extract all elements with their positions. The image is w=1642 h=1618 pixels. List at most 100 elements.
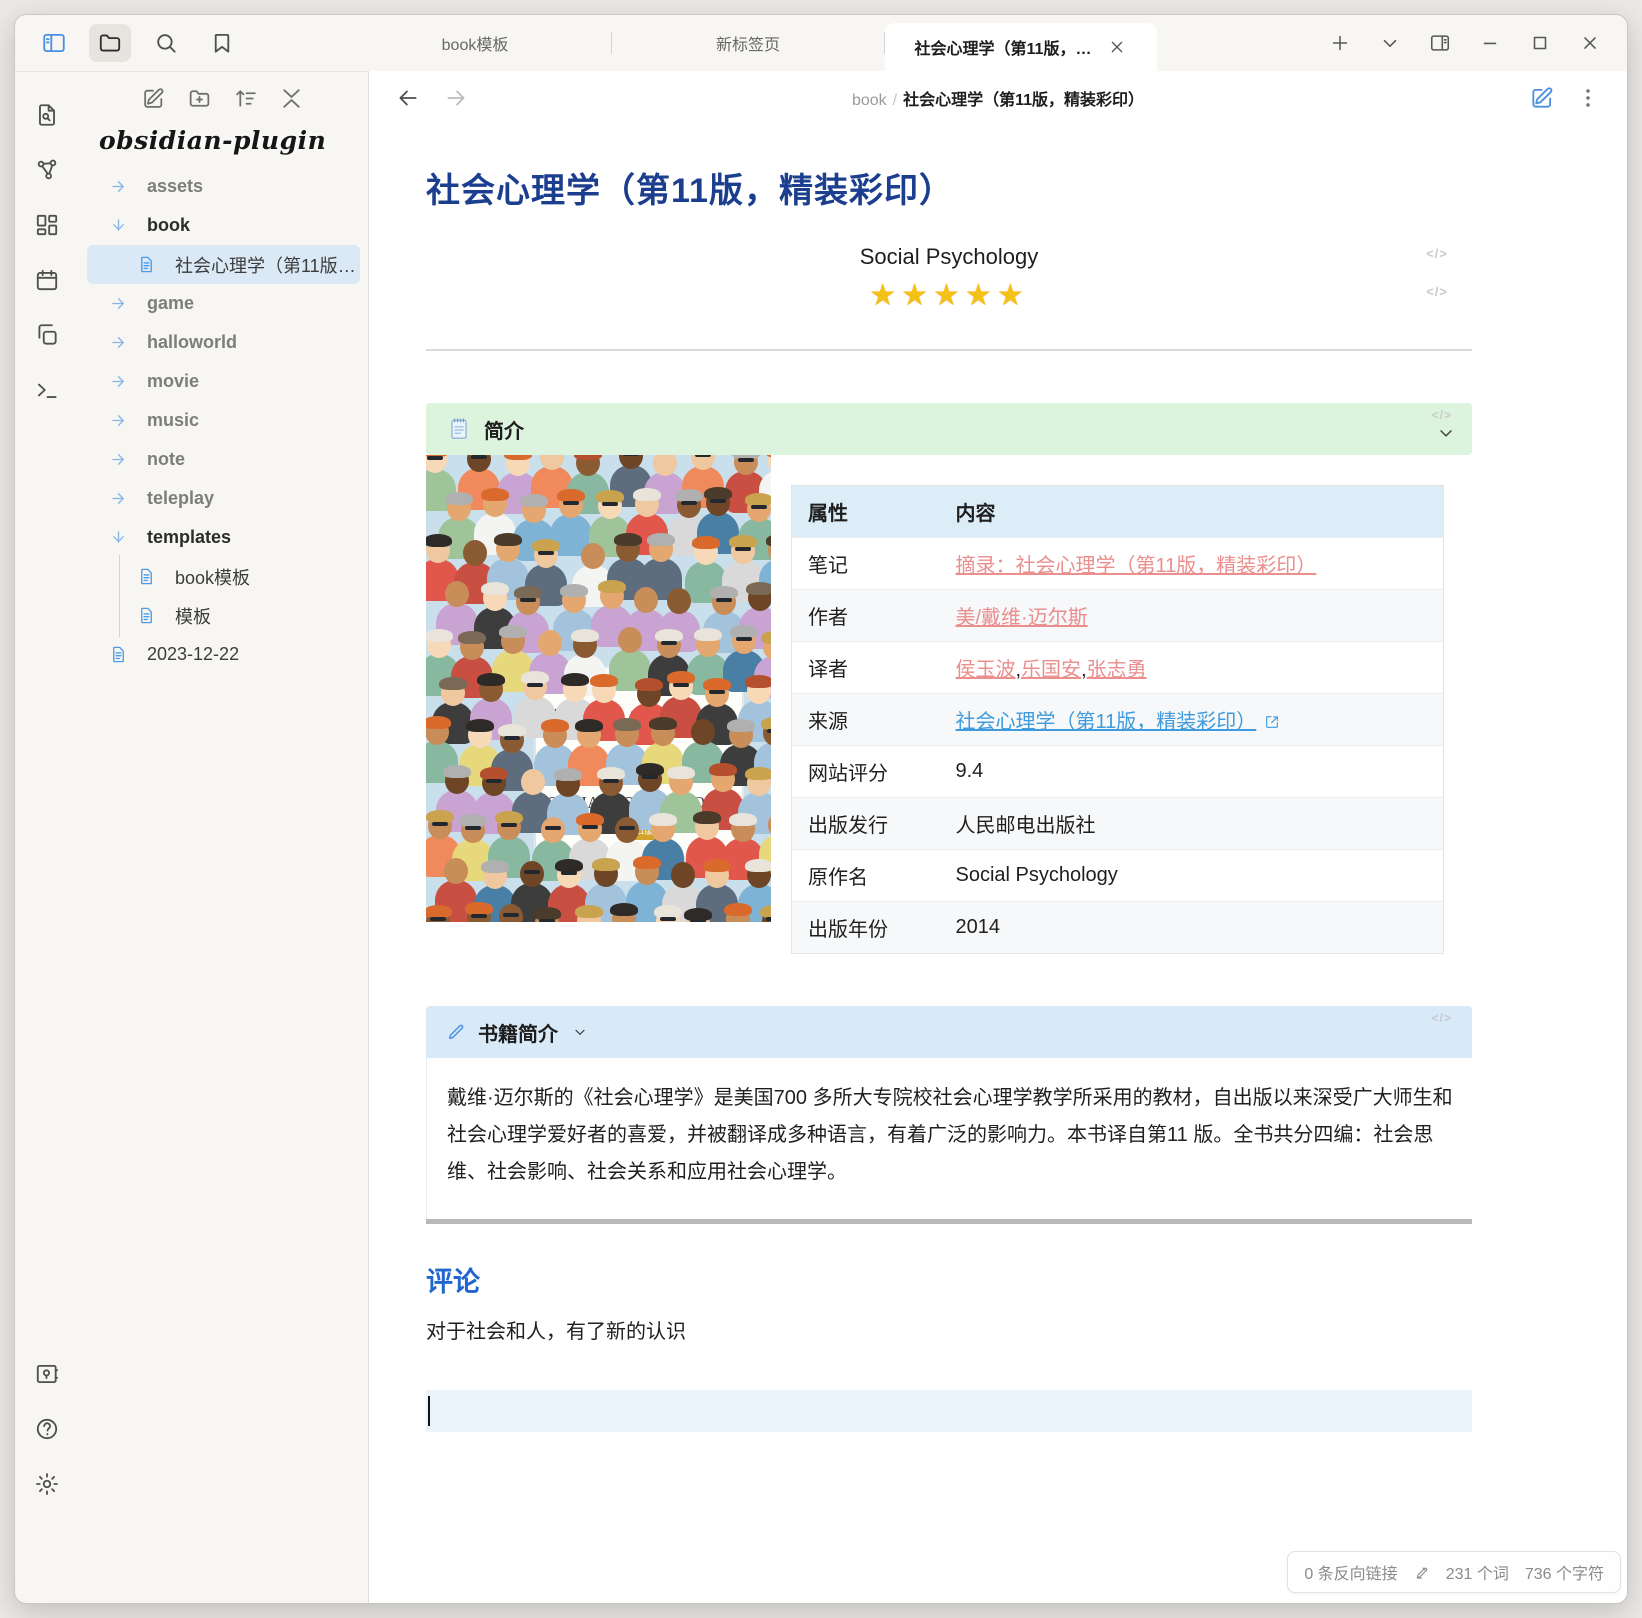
description-callout-header[interactable]: 书籍简介 </> xyxy=(426,1006,1472,1058)
sidebar-right-icon[interactable] xyxy=(1429,32,1451,54)
table-cell-value: 摘录：社会心理学（第11版，精装彩印） xyxy=(940,538,1444,590)
folder-label: teleplay xyxy=(147,488,214,509)
intro-callout-header[interactable]: 简介 </> xyxy=(426,403,1472,455)
maximize-icon[interactable] xyxy=(1529,32,1551,54)
tree-folder-halloworld[interactable]: halloworld xyxy=(87,323,360,362)
tree-file-2023-12-22[interactable]: 2023-12-22 xyxy=(87,635,360,674)
file-search-button[interactable] xyxy=(28,98,66,132)
backlinks-count[interactable]: 0 条反向链接 xyxy=(1304,1560,1397,1584)
notepad-icon xyxy=(446,416,472,442)
code-block-edit-icon[interactable]: </> xyxy=(1426,284,1448,299)
internal-link[interactable]: 乐国安 xyxy=(1021,659,1081,681)
char-count: 736 个字符 xyxy=(1525,1560,1604,1584)
tree-file-模板[interactable]: 模板 xyxy=(87,596,360,635)
code-block-edit-icon[interactable]: </> xyxy=(1426,246,1448,261)
tree-folder-assets[interactable]: assets xyxy=(87,167,360,206)
tree-file-社会心理学（第11版，…[interactable]: 社会心理学（第11版，… xyxy=(87,245,360,284)
tree-folder-game[interactable]: game xyxy=(87,284,360,323)
new-note-button[interactable] xyxy=(141,86,166,116)
plus-icon[interactable] xyxy=(1329,32,1351,54)
chevron-down-icon[interactable] xyxy=(1379,32,1401,54)
comments-heading: 评论 xyxy=(426,1260,1472,1299)
sidebar-left-button[interactable] xyxy=(33,24,75,62)
edit-mode-icon[interactable] xyxy=(1529,85,1555,111)
settings-button[interactable] xyxy=(28,1467,66,1501)
tree-folder-note[interactable]: note xyxy=(87,440,360,479)
tree-folder-book[interactable]: book xyxy=(87,206,360,245)
folder-icon xyxy=(97,30,123,56)
ext-link-icon[interactable] xyxy=(1264,714,1280,730)
table-cell-value: 人民邮电出版社 xyxy=(940,798,1444,850)
tree-folder-music[interactable]: music xyxy=(87,401,360,440)
breadcrumb: book/社会心理学（第11版，精装彩印） xyxy=(852,86,1144,110)
folder-collapsed-arrow-icon xyxy=(101,481,136,516)
table-cell-label: 笔记 xyxy=(792,538,940,590)
folder-button[interactable] xyxy=(89,24,131,62)
tree-file-book模板[interactable]: book模板 xyxy=(87,557,360,596)
folder-label: game xyxy=(147,293,194,314)
graph-button[interactable] xyxy=(28,153,66,187)
table-cell-value: 美/戴维·迈尔斯 xyxy=(940,590,1444,642)
internal-link[interactable]: 侯玉波 xyxy=(956,659,1016,681)
folder-collapsed-arrow-icon xyxy=(101,325,136,360)
book-cover-image: 教育部高等学校心理学教学指导委员会推荐用书 社会心理学 [美] 戴维·迈尔斯 著… xyxy=(426,455,771,922)
comments-text: 对于社会和人，有了新的认识 xyxy=(426,1315,1472,1344)
more-options-icon[interactable] xyxy=(1575,85,1601,111)
back-icon[interactable] xyxy=(395,85,421,111)
bookmark-button[interactable] xyxy=(201,24,243,62)
file-tree: assetsbook 社会心理学（第11版，… game halloworldmovi… xyxy=(79,159,368,682)
table-row: 出版年份2014 xyxy=(792,902,1444,954)
calendar-icon xyxy=(34,267,60,293)
help-button[interactable] xyxy=(28,1412,66,1446)
minimize-icon[interactable] xyxy=(1479,32,1501,54)
layout-button[interactable] xyxy=(28,208,66,242)
tab-active[interactable]: 社会心理学（第11版，… xyxy=(885,23,1157,71)
search-button[interactable] xyxy=(145,24,187,62)
table-cell-label: 出版年份 xyxy=(792,902,940,954)
explorer-toolbar xyxy=(141,86,368,116)
folder-label: templates xyxy=(147,527,231,548)
close-icon[interactable] xyxy=(1107,37,1127,57)
tree-folder-teleplay[interactable]: teleplay xyxy=(87,479,360,518)
code-block-edit-icon[interactable]: </> xyxy=(1432,408,1452,422)
tab[interactable]: book模板 xyxy=(339,15,611,71)
breadcrumb-parent[interactable]: book xyxy=(852,92,887,109)
collapse-icon xyxy=(279,86,304,111)
new-folder-button[interactable] xyxy=(187,86,212,116)
calendar-button[interactable] xyxy=(28,263,66,297)
folder-collapsed-arrow-icon xyxy=(101,442,136,477)
table-cell-label: 网站评分 xyxy=(792,746,940,798)
comment-input-block[interactable] xyxy=(426,1390,1472,1432)
internal-link[interactable]: 美/戴维·迈尔斯 xyxy=(956,607,1088,629)
file-label: 模板 xyxy=(175,603,211,629)
vault-title: obsidian-plugin xyxy=(99,126,354,155)
terminal-button[interactable] xyxy=(28,373,66,407)
table-cell-label: 来源 xyxy=(792,694,940,746)
copy-icon xyxy=(34,322,60,348)
collapse-chevron-icon[interactable] xyxy=(1436,423,1456,443)
table-cell-label: 原作名 xyxy=(792,850,940,902)
file-doc-icon xyxy=(129,247,164,282)
tree-folder-movie[interactable]: movie xyxy=(87,362,360,401)
tree-folder-templates[interactable]: templates xyxy=(87,518,360,557)
table-row: 译者侯玉波,乐国安,张志勇 xyxy=(792,642,1444,694)
close-icon[interactable] xyxy=(1579,32,1601,54)
tab[interactable]: 新标签页 xyxy=(612,15,884,71)
rating-stars[interactable]: ★★★★★ xyxy=(426,278,1472,313)
code-block-edit-icon[interactable]: </> xyxy=(1432,1011,1452,1025)
titlebar-right-controls xyxy=(1315,32,1627,54)
internal-link[interactable]: 摘录：社会心理学（第11版，精装彩印） xyxy=(956,555,1317,577)
intro-callout-title: 简介 xyxy=(484,415,524,444)
collapse-button[interactable] xyxy=(279,86,304,116)
file-label: 社会心理学（第11版，… xyxy=(175,252,360,278)
new-note-icon xyxy=(141,86,166,111)
internal-link[interactable]: 张志勇 xyxy=(1087,659,1147,681)
folder-collapsed-arrow-icon xyxy=(101,364,136,399)
file-doc-icon xyxy=(101,637,136,672)
collapse-chevron-icon[interactable] xyxy=(572,1024,588,1040)
vault-button[interactable] xyxy=(28,1357,66,1391)
external-link[interactable]: 社会心理学（第11版，精装彩印） xyxy=(956,711,1257,733)
sort-button[interactable] xyxy=(233,86,258,116)
copy-button[interactable] xyxy=(28,318,66,352)
forward-icon[interactable] xyxy=(443,85,469,111)
